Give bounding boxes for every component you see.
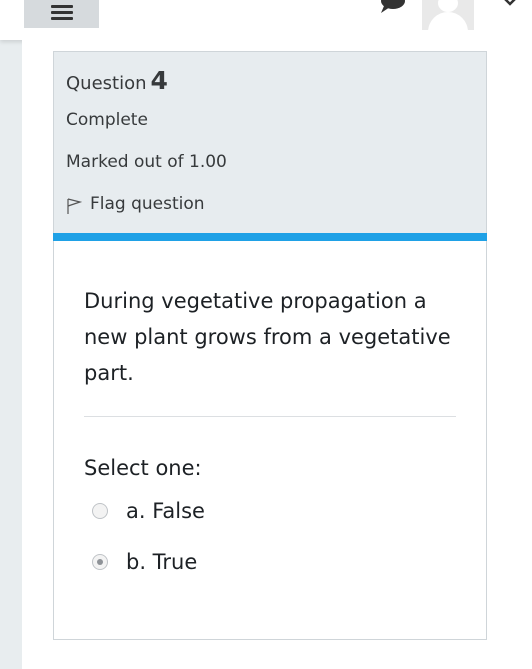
- question-accent-bar: [53, 233, 487, 241]
- question-state: Complete: [66, 110, 148, 130]
- hamburger-menu-icon: [50, 5, 73, 20]
- answer-option-label[interactable]: b. True: [126, 550, 197, 574]
- chevron-down-icon[interactable]: [502, 0, 518, 10]
- answer-option-false[interactable]: a. False: [92, 499, 205, 523]
- radio-button-false[interactable]: [92, 503, 108, 519]
- chat-bubble-icon[interactable]: [378, 0, 408, 14]
- question-label: Question: [66, 73, 147, 94]
- flag-question-label: Flag question: [90, 194, 205, 214]
- radio-button-true[interactable]: [92, 554, 108, 570]
- answer-option-label[interactable]: a. False: [126, 499, 205, 523]
- question-number-heading: Question 4: [66, 66, 168, 95]
- flag-outline-icon: [67, 198, 82, 214]
- question-divider: [84, 416, 456, 417]
- question-number: 4: [150, 66, 168, 95]
- question-grade: Marked out of 1.00: [66, 152, 227, 172]
- user-avatar-icon[interactable]: [422, 0, 474, 30]
- answer-option-true[interactable]: b. True: [92, 550, 197, 574]
- menu-toggle-button[interactable]: [24, 0, 99, 28]
- top-navbar: [0, 0, 532, 40]
- question-formulation: During vegetative propagation a new plan…: [53, 241, 487, 640]
- flag-question-link[interactable]: Flag question: [66, 193, 205, 215]
- question-info-panel: Question 4 Complete Marked out of 1.00 Fl…: [53, 51, 487, 234]
- question-text: During vegetative propagation a new plan…: [84, 289, 451, 385]
- answer-prompt: Select one:: [84, 456, 202, 480]
